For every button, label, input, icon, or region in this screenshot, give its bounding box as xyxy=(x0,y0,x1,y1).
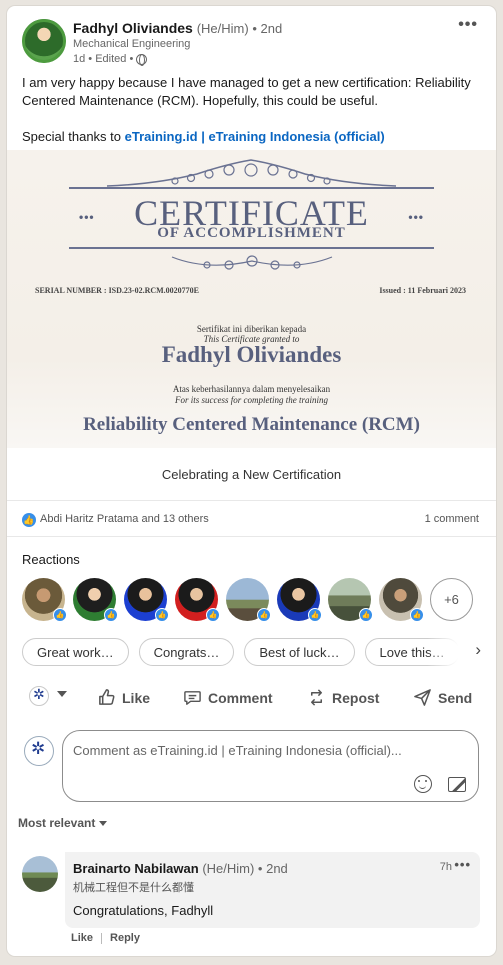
like-badge-icon: 👍 xyxy=(359,608,373,622)
comment-text: Congratulations, Fadhyll xyxy=(73,903,214,918)
comment-author-avatar[interactable] xyxy=(22,856,58,892)
reactor-avatar[interactable]: 👍 xyxy=(277,578,322,622)
send-label: Send xyxy=(438,689,473,706)
send-button[interactable]: Send xyxy=(413,688,472,707)
suggested-comments: Great work… Congrats… Best of luck… Love… xyxy=(22,638,460,666)
reactions-title: Reactions xyxy=(22,552,80,567)
comment-actions: Like Reply xyxy=(71,932,140,944)
cert-issued: Issued : 11 Februari 2023 xyxy=(379,286,466,295)
post-text-thanks: Special thanks to eTraining.id | eTraini… xyxy=(22,128,487,146)
ornament-bottom-icon xyxy=(171,255,333,270)
more-reactors-button[interactable]: +6 xyxy=(430,578,473,621)
suggested-comment-chip[interactable]: Congrats… xyxy=(138,638,235,666)
emoji-icon[interactable] xyxy=(414,775,432,793)
like-badge-icon: 👍 xyxy=(155,608,169,622)
reactor-avatar[interactable]: 👍 xyxy=(124,578,169,622)
post-meta-text: 1d • Edited • xyxy=(73,53,134,65)
separator xyxy=(101,932,103,944)
like-badge-icon: 👍 xyxy=(410,608,424,622)
like-badge-icon: 👍 xyxy=(308,608,322,622)
divider xyxy=(7,536,496,537)
like-button[interactable]: Like xyxy=(97,688,150,707)
like-badge-icon: 👍 xyxy=(206,608,220,622)
comment-reply-button[interactable]: Reply xyxy=(110,932,140,944)
chevron-right-icon[interactable]: › xyxy=(475,640,481,660)
like-badge-icon: 👍 xyxy=(104,608,118,622)
reactor-avatar[interactable]: 👍 xyxy=(379,578,424,622)
cert-given-id: Sertifikat ini diberikan kepada xyxy=(196,324,307,334)
more-options-icon[interactable]: ••• xyxy=(458,16,478,34)
suggested-comment-chip[interactable]: Best of luck… xyxy=(244,638,355,666)
company-mention-link[interactable]: eTraining.id | eTraining Indonesia (offi… xyxy=(125,129,385,144)
cert-rule-top xyxy=(69,187,434,189)
reactor-avatar[interactable]: 👍 xyxy=(22,578,67,622)
globe-icon xyxy=(136,53,148,66)
like-badge-icon: 👍 xyxy=(257,608,271,622)
cert-subtitle: OF ACCOMPLISHMENT xyxy=(157,225,346,241)
comment-like-button[interactable]: Like xyxy=(71,932,93,944)
comment-author-meta: (He/Him) • 2nd xyxy=(202,861,288,876)
comment-more-icon[interactable]: ••• xyxy=(454,857,471,872)
image-icon[interactable] xyxy=(448,777,466,792)
like-reaction-icon: 👍 xyxy=(22,513,36,527)
cert-recipient: Fadhyl Oliviandes xyxy=(161,342,342,367)
sort-label: Most relevant xyxy=(18,816,96,830)
comment-icon xyxy=(184,691,201,705)
reactor-avatar[interactable]: 👍 xyxy=(175,578,220,622)
comment-count[interactable]: 1 comment xyxy=(425,513,479,525)
author-avatar[interactable] xyxy=(22,19,66,63)
thumbs-up-icon xyxy=(99,689,115,705)
reactor-avatars: 👍 👍 👍 👍 👍 👍 👍 👍 +6 xyxy=(22,578,473,622)
post-text-main: I am very happy because I have managed t… xyxy=(22,75,471,108)
comment-button[interactable]: Comment xyxy=(183,688,273,707)
comment-author-name[interactable]: Brainarto Nabilawan xyxy=(73,861,199,876)
reactor-avatar[interactable]: 👍 xyxy=(226,578,271,622)
comment-author-headline: 机械工程但不是什么都懂 xyxy=(73,882,194,894)
author-name[interactable]: Fadhyl Oliviandes xyxy=(73,20,193,36)
repost-icon xyxy=(310,689,323,706)
reactor-avatar[interactable]: 👍 xyxy=(328,578,373,622)
cert-serial: SERIAL NUMBER : ISD.23-02.RCM.0020770E xyxy=(35,286,200,295)
certificate-image[interactable]: ••• ••• CERTIFICATE OF ACCOMPLISHMENT SE… xyxy=(7,150,496,448)
comment-input[interactable] xyxy=(73,743,468,758)
cert-success-id: Atas keberhasilannya dalam menyelesaikan xyxy=(172,384,331,394)
comment-time: 7h xyxy=(439,861,452,873)
repost-label: Repost xyxy=(332,689,380,706)
post-meta: 1d • Edited • xyxy=(73,53,148,66)
post-card: Fadhyl Oliviandes (He/Him) • 2nd Mechani… xyxy=(7,6,496,956)
reactor-avatar[interactable]: 👍 xyxy=(73,578,118,622)
comment-label: Comment xyxy=(208,689,273,706)
thanks-prefix: Special thanks to xyxy=(22,129,122,144)
sort-dropdown[interactable]: Most relevant xyxy=(18,816,108,830)
author-name-line[interactable]: Fadhyl Oliviandes (He/Him) • 2nd xyxy=(73,20,282,36)
comment-bubble: Brainarto Nabilawan (He/Him) • 2nd 机械工程但… xyxy=(65,852,480,928)
action-bar: Like Comment Repost Send xyxy=(7,682,496,712)
comment-box[interactable] xyxy=(62,730,479,802)
like-label: Like xyxy=(122,689,151,706)
caret-down-icon xyxy=(99,820,108,826)
reactors-summary[interactable]: Abdi Haritz Pratama and 13 others xyxy=(40,513,209,525)
caret-down-icon[interactable] xyxy=(57,691,67,697)
divider xyxy=(7,500,496,501)
send-icon xyxy=(414,689,431,706)
repost-button[interactable]: Repost xyxy=(307,688,379,707)
suggested-comment-chip[interactable]: Great work… xyxy=(22,638,129,666)
commenter-avatar xyxy=(24,736,54,766)
post-caption[interactable]: Celebrating a New Certification xyxy=(7,467,496,482)
cert-course: Reliability Centered Maintenance (RCM) xyxy=(83,414,420,435)
like-badge-icon: 👍 xyxy=(53,608,67,622)
cert-success-en: For its success for completing the train… xyxy=(175,395,328,405)
author-meta: (He/Him) • 2nd xyxy=(196,21,283,36)
chips-fade xyxy=(427,636,496,668)
actor-switcher-avatar[interactable] xyxy=(29,686,49,706)
author-headline: Mechanical Engineering xyxy=(73,38,191,50)
comment-author-line[interactable]: Brainarto Nabilawan (He/Him) • 2nd xyxy=(73,861,288,876)
